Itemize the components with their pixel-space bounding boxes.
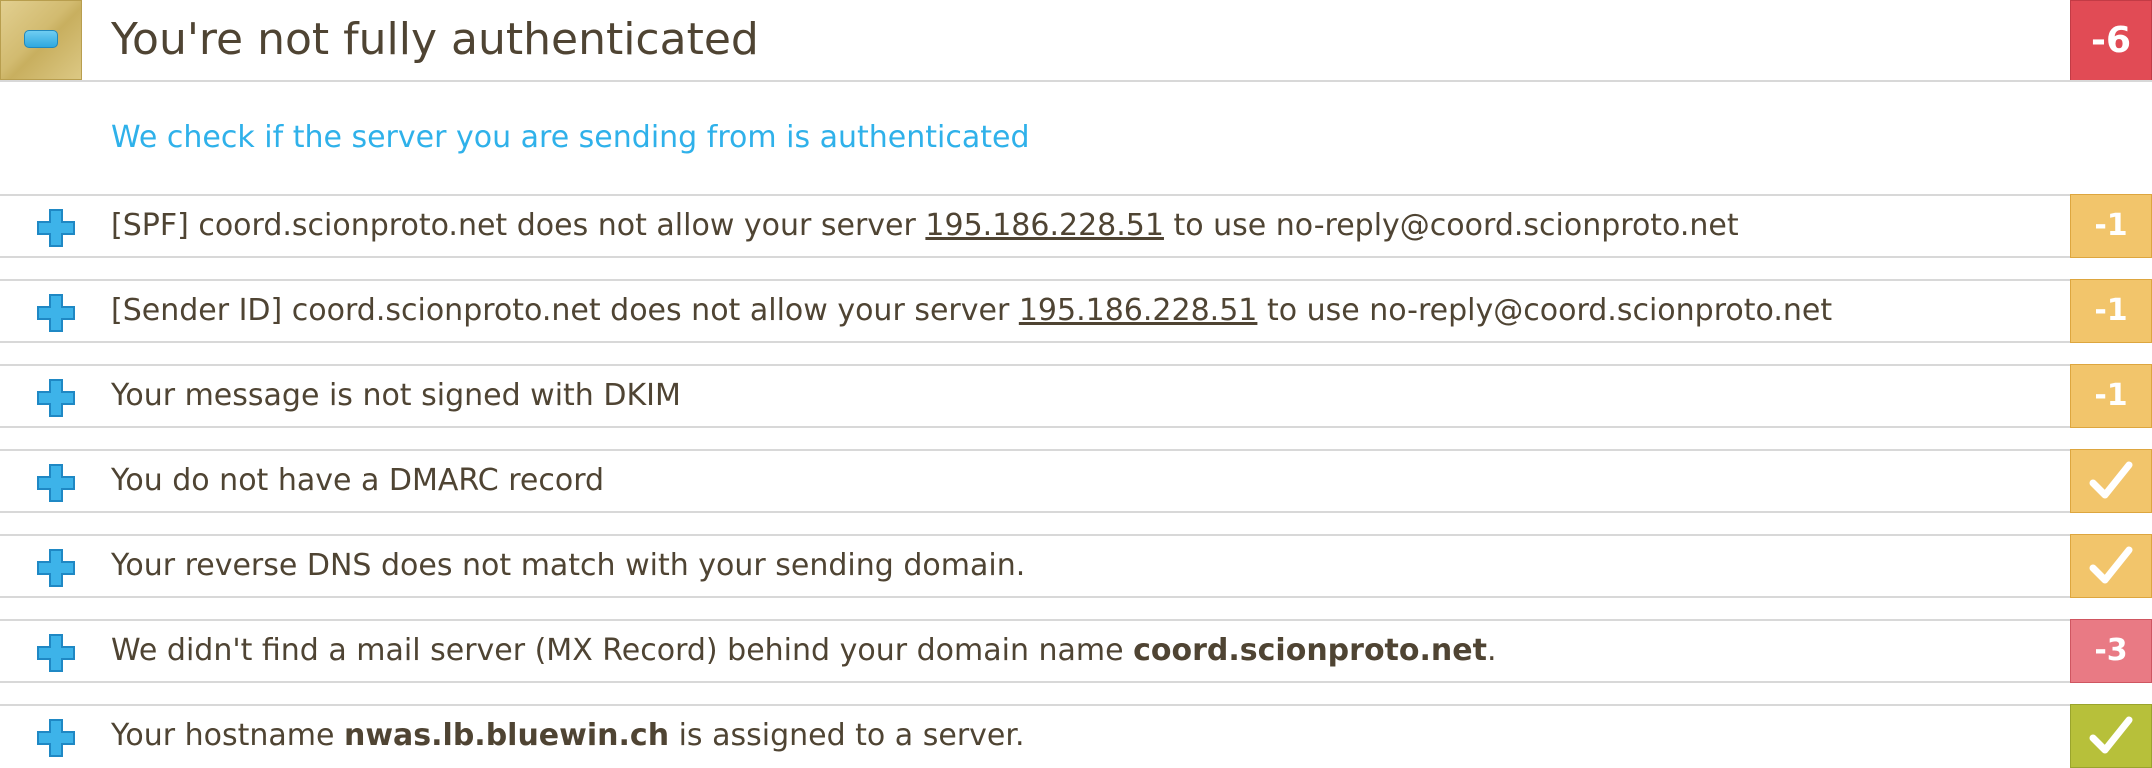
plus-icon[interactable] <box>36 548 76 588</box>
check-text: Your hostname nwas.lb.bluewin.ch is assi… <box>111 718 1025 753</box>
check-row-hostname: Your hostname nwas.lb.bluewin.ch is assi… <box>0 704 2152 768</box>
checkmark-icon <box>2089 546 2133 584</box>
check-row-dmarc: You do not have a DMARC record <box>0 449 2152 513</box>
checkmark-icon <box>2089 716 2133 754</box>
ip-link[interactable]: 195.186.228.51 <box>925 208 1164 243</box>
check-text: Your reverse DNS does not match with you… <box>111 548 1026 583</box>
check-score-badge <box>2070 449 2152 513</box>
check-score-badge: -1 <box>2070 279 2152 343</box>
check-row-dkim: Your message is not signed with DKIM -1 <box>0 364 2152 428</box>
section-subtitle: We check if the server you are sending f… <box>111 120 1030 155</box>
section-header: You're not fully authenticated -6 <box>0 0 2152 82</box>
check-score-badge <box>2070 534 2152 598</box>
plus-icon[interactable] <box>36 718 76 758</box>
check-score-badge: -1 <box>2070 364 2152 428</box>
plus-icon[interactable] <box>36 208 76 248</box>
divider <box>0 80 2152 82</box>
check-row-mx: We didn't find a mail server (MX Record)… <box>0 619 2152 683</box>
check-text: Your message is not signed with DKIM <box>111 378 681 413</box>
check-row-spf: [SPF] coord.scionproto.net does not allo… <box>0 194 2152 258</box>
checkmark-icon <box>2089 461 2133 499</box>
plus-icon[interactable] <box>36 378 76 418</box>
section-title: You're not fully authenticated <box>111 14 759 65</box>
domain-name: coord.scionproto.net <box>1133 633 1487 668</box>
check-text: [Sender ID] coord.scionproto.net does no… <box>111 293 1833 328</box>
check-row-reverse-dns: Your reverse DNS does not match with you… <box>0 534 2152 598</box>
check-row-sender-id: [Sender ID] coord.scionproto.net does no… <box>0 279 2152 343</box>
plus-icon[interactable] <box>36 633 76 673</box>
check-score-badge: -1 <box>2070 194 2152 258</box>
minus-icon <box>24 30 58 48</box>
check-text: We didn't find a mail server (MX Record)… <box>111 633 1497 668</box>
check-score-badge: -3 <box>2070 619 2152 683</box>
check-text: [SPF] coord.scionproto.net does not allo… <box>111 208 1739 243</box>
check-score-badge <box>2070 704 2152 768</box>
ip-link[interactable]: 195.186.228.51 <box>1019 293 1258 328</box>
total-score-badge: -6 <box>2070 0 2152 82</box>
plus-icon[interactable] <box>36 293 76 333</box>
hostname: nwas.lb.bluewin.ch <box>343 718 670 753</box>
collapse-section-button[interactable] <box>0 0 82 80</box>
plus-icon[interactable] <box>36 463 76 503</box>
check-text: You do not have a DMARC record <box>111 463 605 498</box>
